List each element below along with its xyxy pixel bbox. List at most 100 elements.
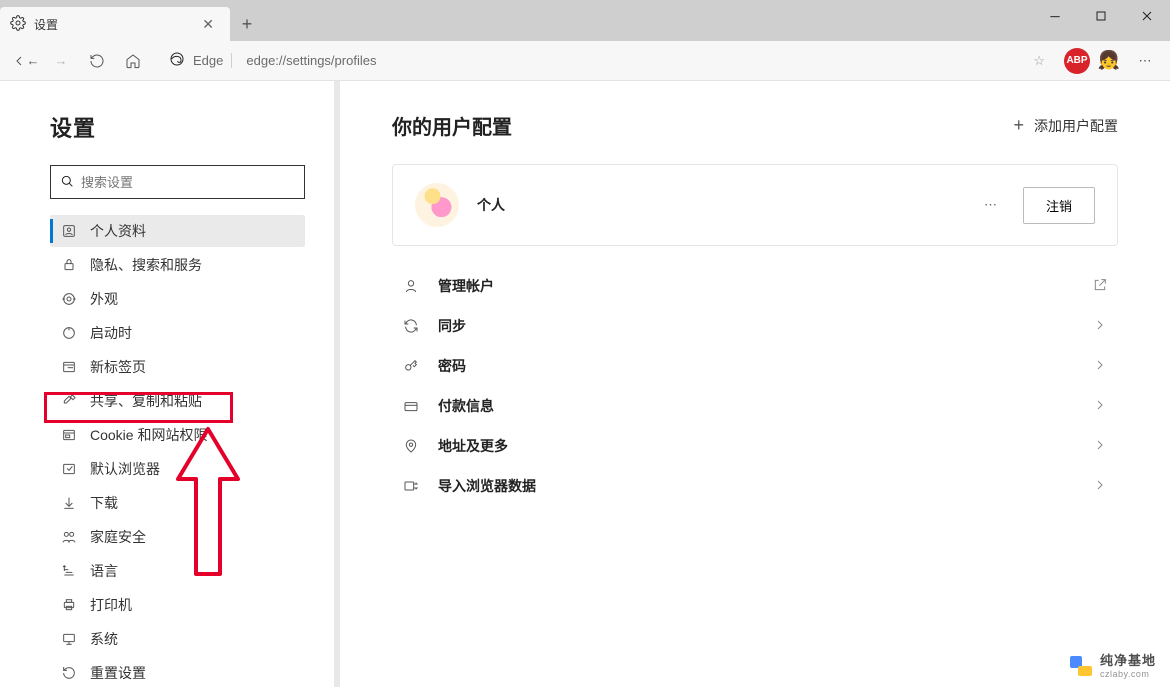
- extension-abp-icon[interactable]: ABP: [1064, 48, 1090, 74]
- watermark-line1: 纯净基地: [1100, 650, 1156, 669]
- link-label: 付款信息: [438, 396, 494, 416]
- sidebar-item-12[interactable]: 系统: [50, 623, 305, 655]
- profile-link-list: 管理帐户同步密码付款信息地址及更多导入浏览器数据: [392, 266, 1118, 506]
- sidebar-item-4[interactable]: 新标签页: [50, 351, 305, 383]
- chevron-right-icon: [1092, 477, 1108, 496]
- watermark-line2: czlaby.com: [1100, 669, 1156, 679]
- sidebar-item-0[interactable]: 个人资料: [50, 215, 305, 247]
- profile-link-3[interactable]: 付款信息: [392, 386, 1118, 426]
- profile-link-1[interactable]: 同步: [392, 306, 1118, 346]
- sidebar-item-label: 打印机: [90, 595, 132, 615]
- logout-button[interactable]: 注销: [1023, 187, 1095, 224]
- link-icon: [402, 278, 420, 294]
- sidebar-item-6[interactable]: Cookie 和网站权限: [50, 419, 305, 451]
- nav-refresh-button[interactable]: [80, 44, 114, 78]
- sidebar-item-label: 个人资料: [90, 221, 146, 241]
- sidebar-item-label: 下载: [90, 493, 118, 513]
- profile-link-4[interactable]: 地址及更多: [392, 426, 1118, 466]
- link-label: 导入浏览器数据: [438, 476, 536, 496]
- chevron-right-icon: [1092, 317, 1108, 336]
- sidebar-item-11[interactable]: 打印机: [50, 589, 305, 621]
- plus-icon: +: [1013, 115, 1024, 136]
- sidebar-item-label: 重置设置: [90, 663, 146, 683]
- chevron-right-icon: [1092, 437, 1108, 456]
- nav-home-button[interactable]: [116, 44, 150, 78]
- sidebar-item-icon: [60, 495, 78, 511]
- link-icon: [402, 358, 420, 374]
- sidebar-item-label: 新标签页: [90, 357, 146, 377]
- sidebar-item-label: 共享、复制和粘贴: [90, 391, 202, 411]
- sidebar-item-icon: [60, 359, 78, 375]
- sidebar-item-7[interactable]: 默认浏览器: [50, 453, 305, 485]
- link-label: 地址及更多: [438, 436, 508, 456]
- window-close-button[interactable]: [1124, 0, 1170, 32]
- sidebar-item-icon: [60, 393, 78, 409]
- browser-menu-button[interactable]: ⋯: [1128, 44, 1162, 78]
- sidebar-item-9[interactable]: 家庭安全: [50, 521, 305, 553]
- tab-title: 设置: [34, 16, 58, 33]
- profile-link-0[interactable]: 管理帐户: [392, 266, 1118, 306]
- sidebar-item-8[interactable]: 下载: [50, 487, 305, 519]
- sidebar-item-10[interactable]: 语言: [50, 555, 305, 587]
- add-profile-label: 添加用户配置: [1034, 116, 1118, 136]
- link-icon: [402, 478, 420, 494]
- address-url-text: edge://settings/profiles: [240, 53, 376, 68]
- window-minimize-button[interactable]: [1032, 0, 1078, 32]
- external-link-icon: [1092, 277, 1108, 296]
- sidebar-item-13[interactable]: 重置设置: [50, 657, 305, 687]
- sidebar-item-icon: [60, 563, 78, 579]
- sidebar-item-2[interactable]: 外观: [50, 283, 305, 315]
- tab-close-button[interactable]: ✕: [196, 14, 220, 35]
- settings-search-box[interactable]: [50, 165, 305, 199]
- profile-link-2[interactable]: 密码: [392, 346, 1118, 386]
- watermark: 纯净基地 czlaby.com: [1070, 650, 1156, 679]
- main-header-title: 你的用户配置: [392, 111, 512, 140]
- extension-profile-icon[interactable]: 👧: [1092, 44, 1126, 78]
- link-icon: [402, 398, 420, 414]
- settings-nav: 个人资料隐私、搜索和服务外观启动时新标签页共享、复制和粘贴 Cookie 和网站权…: [50, 215, 310, 687]
- sidebar-item-3[interactable]: 启动时: [50, 317, 305, 349]
- link-label: 密码: [438, 356, 466, 376]
- sidebar-item-icon: [60, 223, 78, 239]
- nav-forward-button[interactable]: →: [44, 44, 78, 78]
- browser-toolbar: ← → Edge edge://settings/profiles ☆ ABP …: [0, 41, 1170, 81]
- address-app-label: Edge: [193, 53, 232, 68]
- sidebar-item-label: 家庭安全: [90, 527, 146, 547]
- sidebar-item-icon: [60, 461, 78, 477]
- sidebar-item-icon: [60, 257, 78, 273]
- sidebar-item-5[interactable]: 共享、复制和粘贴: [50, 385, 305, 417]
- gear-icon: [10, 15, 26, 34]
- sidebar-item-label: 默认浏览器: [90, 459, 160, 479]
- sidebar-item-icon: [60, 291, 78, 307]
- sidebar-title: 设置: [50, 111, 310, 143]
- settings-search-input[interactable]: [81, 175, 296, 190]
- sidebar-item-icon: [60, 529, 78, 545]
- sidebar-item-1[interactable]: 隐私、搜索和服务: [50, 249, 305, 281]
- browser-tab[interactable]: 设置 ✕: [0, 7, 230, 41]
- sidebar-item-label: 系统: [90, 629, 118, 649]
- sidebar-item-label: 语言: [90, 561, 118, 581]
- window-maximize-button[interactable]: [1078, 0, 1124, 32]
- chevron-right-icon: [1092, 357, 1108, 376]
- profile-avatar: [415, 183, 459, 227]
- link-label: 管理帐户: [438, 276, 494, 296]
- sidebar-item-label: 外观: [90, 289, 118, 309]
- sidebar-item-label: 隐私、搜索和服务: [90, 255, 202, 275]
- profile-more-button[interactable]: ⋯: [976, 193, 1005, 217]
- edge-logo-icon: [169, 51, 185, 70]
- profile-card: 个人 ⋯ 注销: [392, 164, 1118, 246]
- sidebar-item-label: Cookie 和网站权限: [90, 425, 207, 445]
- sidebar-item-icon: [60, 631, 78, 647]
- settings-sidebar: 设置 个人资料隐私、搜索和服务外观启动时新标签页共享、复制和粘贴 Cookie 和…: [0, 81, 340, 687]
- link-label: 同步: [438, 316, 466, 336]
- sidebar-item-icon: [60, 325, 78, 341]
- watermark-logo-icon: [1070, 654, 1092, 676]
- favorite-star-icon[interactable]: ☆: [1033, 53, 1045, 69]
- window-titlebar: 设置 ✕ +: [0, 0, 1170, 41]
- add-profile-button[interactable]: + 添加用户配置: [1013, 115, 1118, 136]
- address-bar[interactable]: Edge edge://settings/profiles ☆: [158, 45, 1056, 77]
- sidebar-item-icon: [60, 665, 78, 681]
- new-tab-button[interactable]: +: [230, 7, 264, 41]
- nav-back-button[interactable]: ←: [8, 44, 42, 78]
- profile-link-5[interactable]: 导入浏览器数据: [392, 466, 1118, 506]
